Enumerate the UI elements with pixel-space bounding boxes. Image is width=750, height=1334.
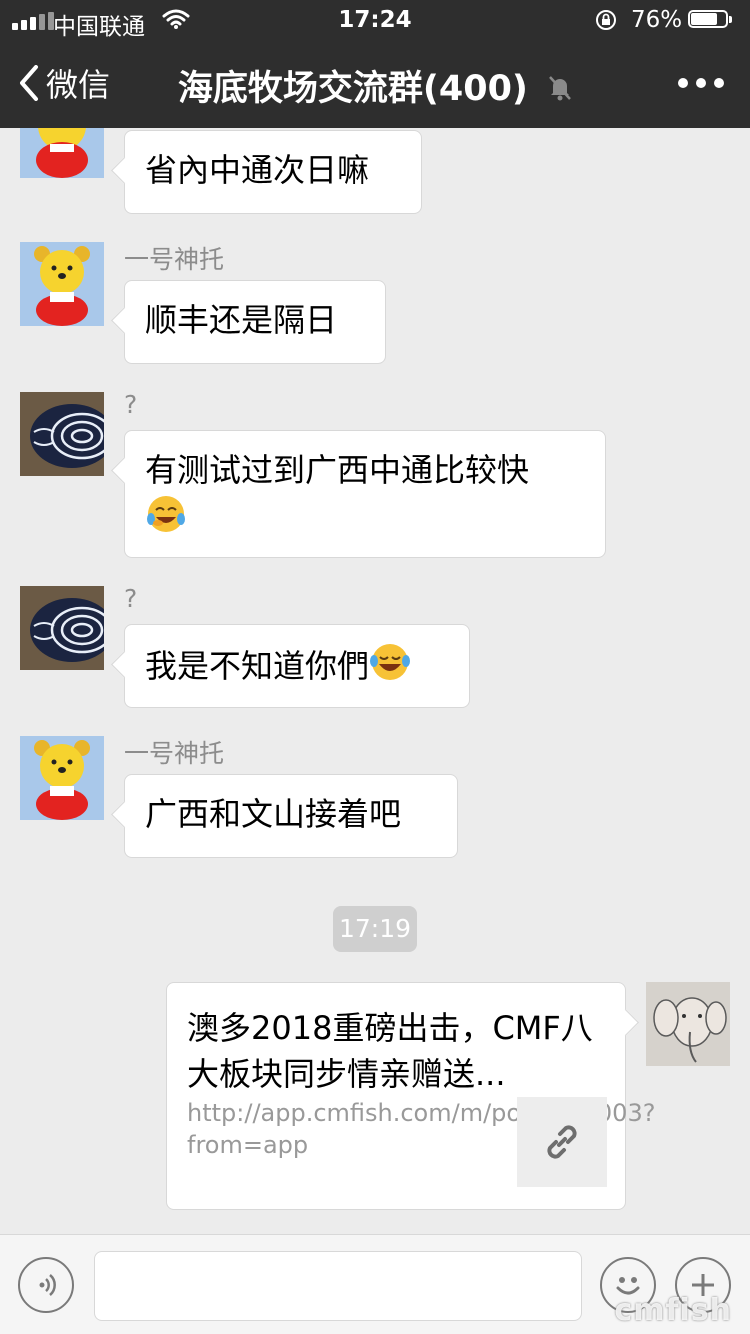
battery-icon (688, 10, 734, 30)
battery-percent: 76% (631, 7, 683, 33)
voice-icon (39, 1274, 56, 1296)
watermark-logo: cmfish (614, 1293, 732, 1328)
message-text: 顺丰还是隔日 (145, 301, 338, 339)
message-text: 省內中通次日嘛 (145, 151, 370, 189)
sender-name: 一号神托 (124, 739, 225, 768)
link-card-thumbnail (517, 1097, 607, 1187)
message-bubble[interactable]: 顺丰还是隔日 (124, 280, 386, 364)
chat-title: 海底牧场交流群(400) (0, 60, 750, 111)
avatar[interactable] (20, 128, 104, 178)
link-card[interactable]: 澳多2018重磅出击，CMF八大板块同步情亲赠送... http://app.c… (166, 982, 656, 1210)
avatar[interactable] (20, 392, 104, 476)
bear-avatar-icon (20, 242, 104, 326)
avatar[interactable] (20, 242, 104, 326)
more-icon-dot (678, 78, 688, 88)
rotation-lock-icon (594, 8, 618, 38)
bear-avatar-icon (20, 736, 104, 820)
message-bubble[interactable]: 广西和文山接着吧 (124, 774, 458, 858)
message-bubble[interactable]: 有测试过到广西中通比较快 (124, 430, 606, 558)
more-icon-dot (714, 78, 724, 88)
input-bar: cmfish (0, 1234, 750, 1334)
crying-laughing-emoji-icon (145, 493, 187, 547)
message-text: 我是不知道你們 (145, 647, 370, 685)
message-bubble[interactable]: 我是不知道你們 (124, 624, 470, 708)
chat-title-text: 海底牧场交流群(400) (177, 69, 528, 109)
mute-bell-icon (548, 70, 572, 110)
navigation-bar: 微信 海底牧场交流群(400) (0, 40, 750, 128)
message-text: 有测试过到广西中通比较快 (145, 451, 530, 489)
message-bubble[interactable]: 省內中通次日嘛 (124, 130, 422, 214)
top-header: 中国联通 17:24 76% 微信 海底牧场交流群(400) (0, 0, 750, 128)
chat-area[interactable]: 省內中通次日嘛 一号神托 顺丰还是隔日 ? 有测试过到广西中通比较快 ? 我是不… (0, 128, 750, 1234)
more-button[interactable] (678, 78, 724, 88)
bear-avatar-icon (20, 128, 104, 178)
more-icon-dot (696, 78, 706, 88)
voice-button[interactable] (18, 1257, 74, 1313)
avatar[interactable] (20, 586, 104, 670)
sender-name: 一号神托 (124, 245, 225, 274)
status-bar: 中国联通 17:24 76% (0, 0, 750, 40)
timestamp-pill: 17:19 (333, 906, 417, 952)
angelfish-avatar-icon (20, 586, 104, 670)
message-input[interactable] (94, 1251, 582, 1321)
link-icon (547, 1125, 577, 1159)
my-avatar[interactable] (646, 982, 730, 1066)
link-card-url: http://app.cmfish.com/m/post/610003?from… (187, 1099, 656, 1159)
avatar[interactable] (20, 736, 104, 820)
tears-of-joy-emoji-icon (369, 641, 411, 695)
message-text: 广西和文山接着吧 (145, 795, 402, 833)
elephant-avatar-icon (646, 982, 730, 1066)
angelfish-avatar-icon (20, 392, 104, 476)
sender-name: ? (124, 390, 138, 419)
sender-name: ? (124, 584, 138, 613)
link-card-title: 澳多2018重磅出击，CMF八大板块同步情亲赠送... (187, 1009, 593, 1093)
